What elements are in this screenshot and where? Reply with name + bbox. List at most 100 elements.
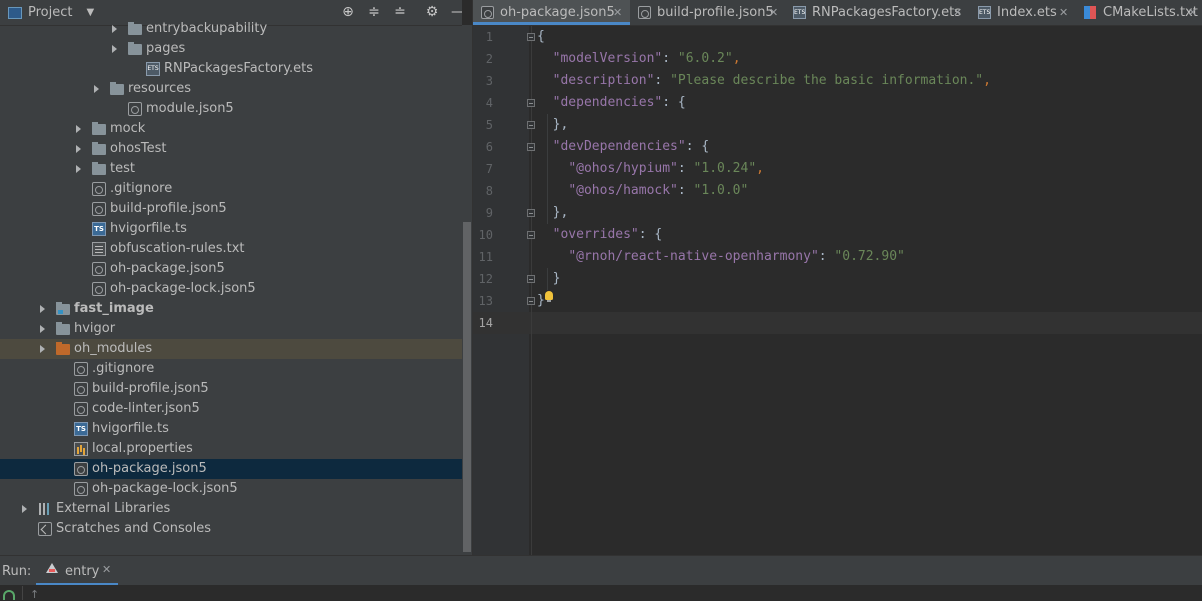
line-number: 9 (485, 206, 493, 220)
code-token: "@rnoh/react-native-openharmony" (568, 249, 819, 264)
tree-item[interactable]: oh-package.json5 (0, 259, 462, 279)
tree-item[interactable]: entrybackupability (0, 19, 462, 39)
libraries-icon (38, 503, 52, 515)
code-token: "overrides" (552, 227, 639, 242)
current-line-highlight (473, 312, 1202, 334)
code-line: "modelVersion": "6.0.2", (537, 48, 741, 70)
tree-item[interactable]: test (0, 159, 462, 179)
tree-item[interactable]: fast_image (0, 299, 462, 319)
editor-tab[interactable]: build-profile.json5 ✕ (630, 0, 785, 25)
expand-arrow-icon[interactable] (112, 45, 117, 53)
json5-file-icon (74, 382, 88, 396)
close-icon[interactable]: ✕ (613, 0, 622, 25)
tree-item[interactable]: Scratches and Consoles (0, 519, 462, 539)
tree-item[interactable]: code-linter.json5 (0, 399, 462, 419)
rerun-icon[interactable] (3, 590, 15, 600)
tree-item[interactable]: resources (0, 79, 462, 99)
close-icon[interactable]: ✕ (1188, 0, 1197, 25)
tree-item[interactable]: oh-package-lock.json5 (0, 479, 462, 499)
tree-item[interactable]: ohosTest (0, 139, 462, 159)
expand-arrow-icon[interactable] (112, 25, 117, 33)
locate-icon[interactable]: ⊕ (340, 4, 356, 20)
run-tab-entry[interactable]: entry ✕ (36, 556, 118, 586)
close-icon[interactable]: ✕ (1059, 0, 1068, 25)
tree-item[interactable]: oh-package.json5 (0, 459, 462, 479)
tree-item-label: hvigorfile.ts (110, 221, 187, 236)
close-icon[interactable]: ✕ (102, 563, 111, 576)
line-number: 7 (485, 162, 493, 176)
code-token: "6.0.2" (677, 51, 733, 66)
code-line: "@ohos/hamock": "1.0.0" (537, 180, 748, 202)
fold-marker-icon[interactable] (527, 231, 535, 239)
json5-file-icon (74, 402, 88, 416)
code-token: : { (685, 139, 710, 154)
tree-item[interactable]: build-profile.json5 (0, 199, 462, 219)
tree-item-label: oh_modules (74, 341, 153, 356)
folder-icon (92, 142, 106, 155)
fold-marker-icon[interactable] (527, 209, 535, 217)
fold-marker-icon[interactable] (527, 297, 535, 305)
tree-item-label: build-profile.json5 (92, 381, 209, 396)
editor-tab-label: Index.ets (997, 5, 1057, 20)
project-scrollbar-thumb[interactable] (463, 222, 471, 552)
expand-all-icon[interactable]: ≑ (366, 4, 382, 20)
editor-tab[interactable]: ETS Index.ets ✕ (970, 0, 1076, 25)
code-line: { (537, 26, 545, 48)
tree-item[interactable]: hvigor (0, 319, 462, 339)
gear-icon[interactable]: ⚙ (424, 4, 440, 20)
tree-item[interactable]: build-profile.json5 (0, 379, 462, 399)
tree-item[interactable]: obfuscation-rules.txt (0, 239, 462, 259)
fold-marker-icon[interactable] (527, 99, 535, 107)
lightbulb-icon[interactable] (545, 291, 553, 302)
fold-marker-icon[interactable] (527, 33, 535, 41)
tree-item[interactable]: module.json5 (0, 99, 462, 119)
fold-marker-icon[interactable] (527, 143, 535, 151)
code-token: { (537, 29, 545, 44)
expand-arrow-icon[interactable] (40, 325, 45, 333)
code-token: "1.0.0" (693, 183, 749, 198)
run-toolbar: Run: entry ✕ (0, 555, 1202, 586)
expand-arrow-icon[interactable] (76, 125, 81, 133)
tree-item[interactable]: TS hvigorfile.ts (0, 419, 462, 439)
fold-marker-icon[interactable] (527, 121, 535, 129)
tree-item[interactable]: oh-package-lock.json5 (0, 279, 462, 299)
tree-item-label: External Libraries (56, 501, 171, 516)
hide-icon[interactable]: — (450, 4, 462, 20)
expand-arrow-icon[interactable] (76, 165, 81, 173)
expand-arrow-icon[interactable] (76, 145, 81, 153)
code-line: "@ohos/hypium": "1.0.24", (537, 158, 764, 180)
close-icon[interactable]: ✕ (769, 0, 778, 25)
editor-tab[interactable]: ETS RNPackagesFactory.ets ✕ (785, 0, 970, 25)
code-token: "devDependencies" (552, 139, 686, 154)
expand-arrow-icon[interactable] (94, 85, 99, 93)
expand-arrow-icon[interactable] (40, 305, 45, 313)
tree-item[interactable]: External Libraries (0, 499, 462, 519)
scroll-up-icon[interactable]: ↑ (30, 589, 39, 600)
tree-item[interactable]: local.properties (0, 439, 462, 459)
code-token: } (537, 293, 545, 308)
tree-item[interactable]: TS hvigorfile.ts (0, 219, 462, 239)
code-line: } (537, 268, 561, 290)
editor-tab[interactable]: CMakeLists.txt ✕ (1076, 0, 1202, 25)
collapse-all-icon[interactable]: ≐ (392, 4, 408, 20)
code-token: } (537, 271, 561, 286)
indent-guide (547, 268, 548, 290)
tree-item[interactable]: .gitignore (0, 359, 462, 379)
expand-arrow-icon[interactable] (22, 505, 27, 513)
close-icon[interactable]: ✕ (953, 0, 962, 25)
fold-marker-icon[interactable] (527, 275, 535, 283)
editor-tab[interactable]: oh-package.json5 ✕ (473, 0, 630, 25)
tree-item[interactable]: pages (0, 39, 462, 59)
editor-tab-label: CMakeLists.txt (1103, 5, 1198, 20)
indent-guide (547, 180, 548, 224)
code-token: "Please describe the basic information." (670, 73, 984, 88)
json5-file-icon (74, 482, 88, 496)
code-token: : (677, 161, 694, 176)
expand-arrow-icon[interactable] (40, 345, 45, 353)
tree-item[interactable]: ETS RNPackagesFactory.ets (0, 59, 462, 79)
tree-item-label: build-profile.json5 (110, 201, 227, 216)
tree-item[interactable]: .gitignore (0, 179, 462, 199)
tree-item[interactable]: oh_modules (0, 339, 462, 359)
tree-item[interactable]: mock (0, 119, 462, 139)
